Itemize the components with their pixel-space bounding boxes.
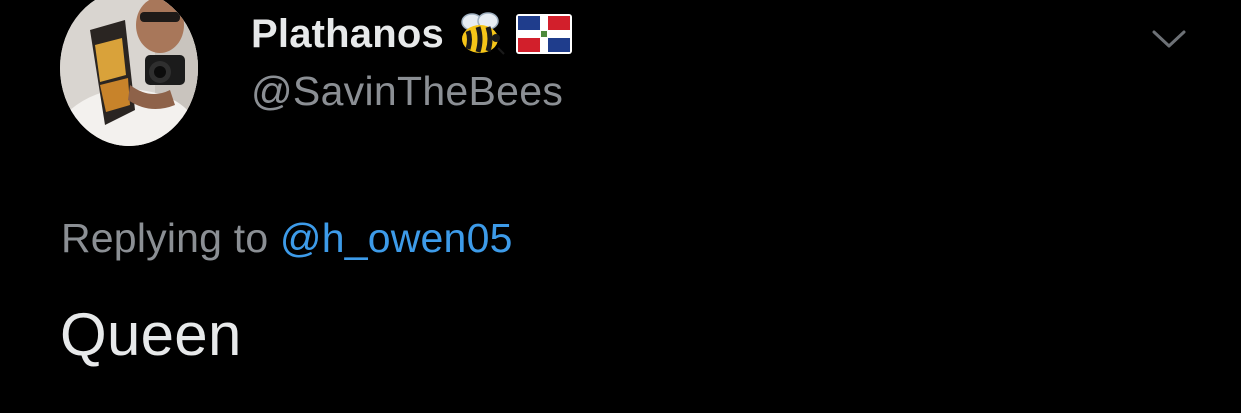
tweet-text: Queen: [60, 301, 242, 368]
replying-to-line: Replying to @h_owen05: [61, 213, 513, 263]
name-row: Plathanos: [251, 10, 572, 58]
avatar-image: [60, 0, 198, 146]
reply-mention-link[interactable]: @h_owen05: [280, 215, 513, 261]
dominican-republic-flag-icon: [515, 14, 572, 54]
avatar[interactable]: [60, 0, 198, 146]
tweet-header: Plathanos @SavinTheBees: [251, 10, 572, 115]
tweet: Plathanos @SavinTheBees Replying to @h_o…: [0, 0, 1241, 413]
username-handle[interactable]: @SavinTheBees: [251, 67, 572, 115]
bee-icon: [461, 12, 505, 55]
display-name[interactable]: Plathanos: [251, 10, 444, 58]
replying-to-label: Replying to: [61, 215, 269, 261]
chevron-down-icon[interactable]: [1150, 24, 1188, 54]
